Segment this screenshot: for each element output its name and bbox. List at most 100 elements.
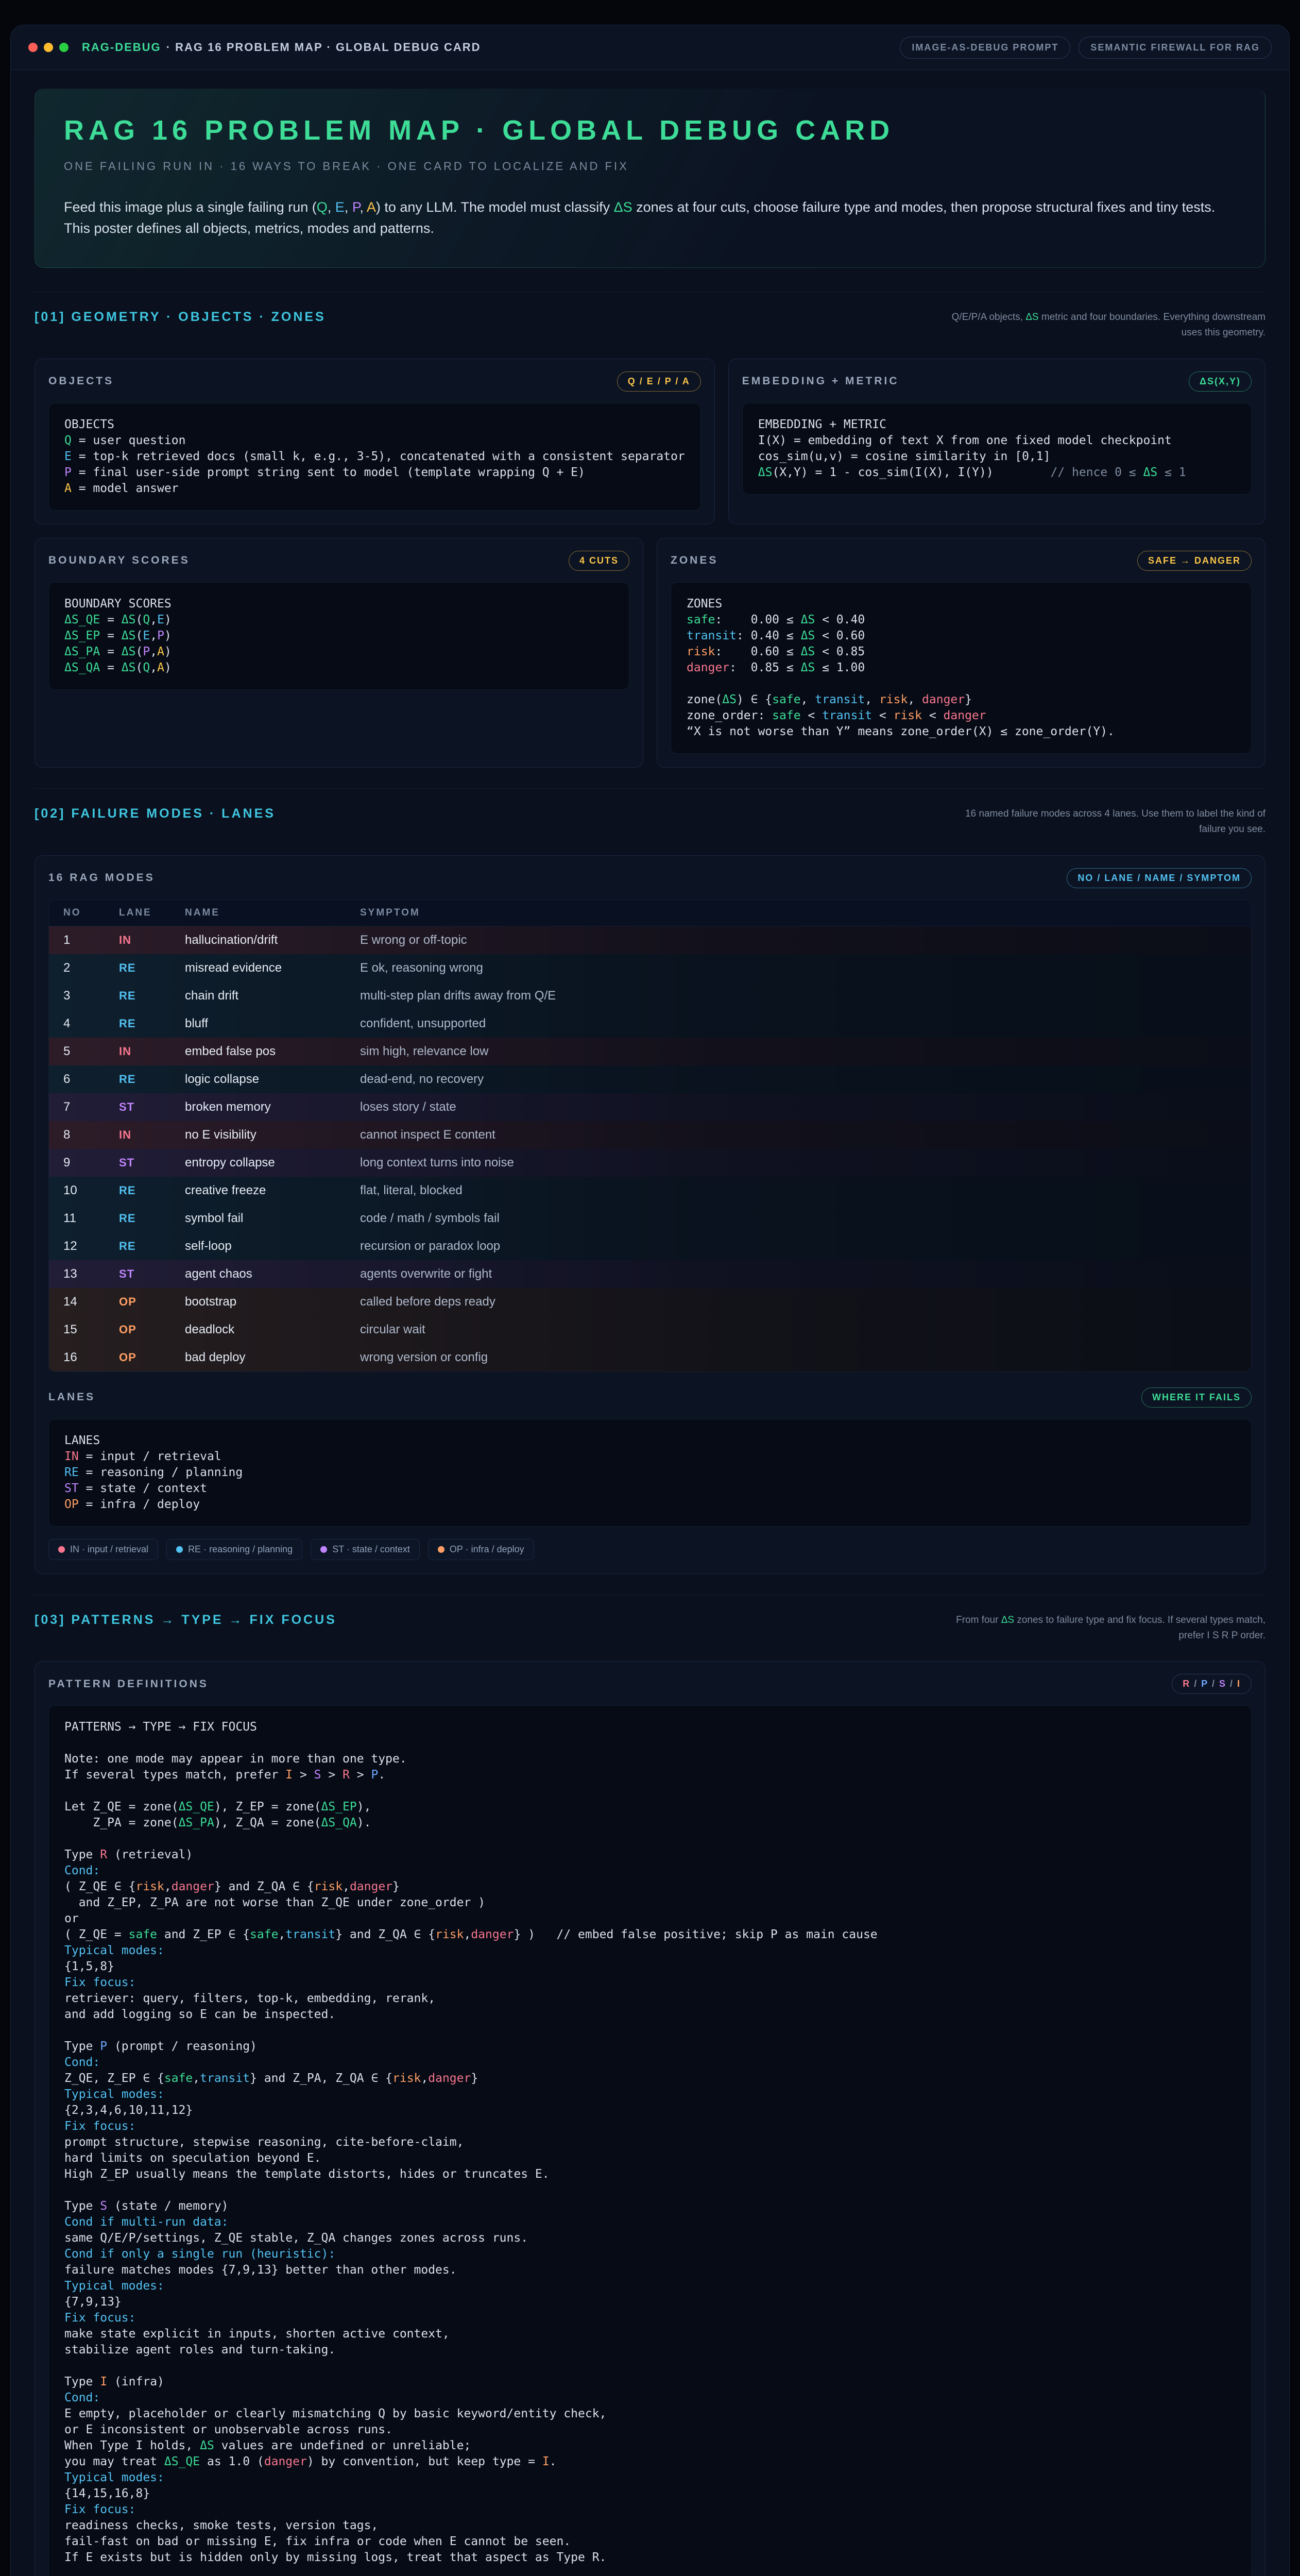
table-cell: 5 [63,1044,119,1059]
modes-table-header: NOLANENAMESYMPTOM [49,900,1251,926]
intro-paragraph: Feed this image plus a single failing ru… [64,197,1236,239]
boundary-scores-label: BOUNDARY SCORES [48,554,190,567]
column-header: LANE [119,907,185,919]
table-cell: IN [119,1128,185,1142]
section-geometry: [01] GEOMETRY · OBJECTS · ZONES Q/E/P/A … [35,292,1265,788]
table-cell: RE [119,1073,185,1086]
pill-semantic-firewall[interactable]: SEMANTIC FIREWALL FOR RAG [1079,37,1272,59]
modes-table: NOLANENAMESYMPTOM 1INhallucination/drift… [48,900,1252,1372]
table-cell: cannot inspect E content [360,1128,1251,1142]
table-cell: 7 [63,1100,119,1114]
table-row: 12REself-looprecursion or paradox loop [49,1232,1251,1260]
lane-dot-icon [176,1546,183,1553]
pattern-definitions-panel: PATTERN DEFINITIONS R / P / S / I PATTER… [35,1661,1265,2576]
table-cell: loses story / state [360,1100,1251,1114]
table-cell: circular wait [360,1323,1251,1337]
section-failure-modes-title: [02] FAILURE MODES · LANES [35,806,276,821]
table-row: 6RElogic collapsedead-end, no recovery [49,1065,1251,1093]
window-close-button[interactable] [28,43,38,52]
lane-legend-label: RE · reasoning / planning [188,1544,293,1555]
table-row: 5INembed false possim high, relevance lo… [49,1038,1251,1065]
section-patterns: [03] PATTERNS → TYPE → FIX FOCUS From fo… [35,1595,1265,2576]
zones-panel: ZONES SAFE → DANGER ZONESsafe: 0.00 ≤ ΔS… [657,538,1265,768]
table-cell: confident, unsupported [360,1016,1251,1031]
table-cell: 6 [63,1072,119,1087]
table-row: 4REbluffconfident, unsupported [49,1010,1251,1038]
table-cell: RE [119,1240,185,1253]
embedding-badge: ΔS(X,Y) [1189,371,1252,392]
rag-modes-label: 16 RAG MODES [48,872,155,884]
table-cell: called before deps ready [360,1295,1251,1309]
table-cell: 11 [63,1211,119,1226]
lane-dot-icon [438,1546,444,1553]
table-row: 7STbroken memoryloses story / state [49,1093,1251,1121]
table-cell: OP [119,1323,185,1336]
table-cell: RE [119,1017,185,1030]
lanes-code-block: LANESIN = input / retrievalRE = reasonin… [48,1419,1252,1527]
table-cell: misread evidence [185,961,360,975]
pattern-definitions-label: PATTERN DEFINITIONS [48,1678,209,1690]
table-cell: E ok, reasoning wrong [360,961,1251,975]
section-patterns-note: From four ΔS zones to failure type and f… [946,1613,1265,1644]
table-cell: deadlock [185,1323,360,1337]
table-cell: bluff [185,1016,360,1031]
table-cell: broken memory [185,1100,360,1114]
table-row: 13STagent chaosagents overwrite or fight [49,1260,1251,1288]
table-row: 15OPdeadlockcircular wait [49,1316,1251,1344]
table-cell: creative freeze [185,1183,360,1198]
section-patterns-title: [03] PATTERNS → TYPE → FIX FOCUS [35,1613,337,1628]
app-name: RAG-DEBUG [82,41,161,54]
table-row: 9STentropy collapselong context turns in… [49,1149,1251,1177]
table-cell: symbol fail [185,1211,360,1226]
table-cell: bad deploy [185,1350,360,1365]
table-row: 3REchain driftmulti-step plan drifts awa… [49,982,1251,1010]
section-failure-modes: [02] FAILURE MODES · LANES 16 named fail… [35,788,1265,1595]
table-cell: IN [119,1045,185,1058]
table-row: 10REcreative freezeflat, literal, blocke… [49,1177,1251,1205]
poster-content: RAG 16 PROBLEM MAP · GLOBAL DEBUG CARD O… [11,70,1289,2576]
objects-panel: OBJECTS Q / E / P / A OBJECTSQ = user qu… [35,359,715,524]
table-cell: 12 [63,1239,119,1253]
column-header: SYMPTOM [360,907,1251,919]
table-cell: ST [119,1100,185,1114]
table-cell: flat, literal, blocked [360,1183,1251,1198]
lane-legend-label: OP · infra / deploy [450,1544,524,1555]
lane-legend-label: IN · input / retrieval [70,1544,148,1555]
table-cell: 2 [63,961,119,975]
titlebar-pills: IMAGE-AS-DEBUG PROMPT SEMANTIC FIREWALL … [900,37,1272,59]
table-cell: 1 [63,933,119,947]
lanes-badge: WHERE IT FAILS [1141,1387,1252,1408]
table-cell: multi-step plan drifts away from Q/E [360,989,1251,1003]
table-cell: no E visibility [185,1128,360,1142]
window-title: RAG-DEBUG· RAG 16 PROBLEM MAP · GLOBAL D… [82,41,481,54]
zones-code-block: ZONESsafe: 0.00 ≤ ΔS < 0.40transit: 0.40… [671,582,1252,754]
lane-dot-icon [320,1546,327,1553]
table-row: 1INhallucination/driftE wrong or off-top… [49,926,1251,954]
window-minimize-button[interactable] [44,43,53,52]
table-cell: RE [119,1184,185,1197]
table-cell: hallucination/drift [185,933,360,947]
window-maximize-button[interactable] [59,43,69,52]
lane-dot-icon [58,1546,65,1553]
table-cell: 3 [63,989,119,1003]
embedding-code-block: EMBEDDING + METRICI(X) = embedding of te… [742,403,1252,495]
table-cell: chain drift [185,989,360,1003]
table-cell: 9 [63,1156,119,1170]
table-cell: 13 [63,1267,119,1281]
table-cell: long context turns into noise [360,1156,1251,1170]
table-cell: wrong version or config [360,1350,1251,1365]
pattern-definitions-badge: R / P / S / I [1172,1674,1252,1694]
table-cell: self-loop [185,1239,360,1253]
section-geometry-note: Q/E/P/A objects, ΔS metric and four boun… [946,310,1265,341]
zones-label: ZONES [671,554,718,567]
table-cell: RE [119,1212,185,1225]
table-cell: bootstrap [185,1295,360,1309]
section-failure-modes-note: 16 named failure modes across 4 lanes. U… [946,806,1265,838]
pill-image-as-debug-prompt[interactable]: IMAGE-AS-DEBUG PROMPT [900,37,1070,59]
zones-badge: SAFE → DANGER [1137,551,1252,571]
table-row: 8INno E visibilitycannot inspect E conte… [49,1121,1251,1149]
boundary-scores-code-block: BOUNDARY SCORESΔS_QE = ΔS(Q,E)ΔS_EP = ΔS… [48,582,629,690]
modes-table-body: 1INhallucination/driftE wrong or off-top… [49,926,1251,1371]
objects-badge: Q / E / P / A [617,371,701,392]
column-header: NAME [185,907,360,919]
